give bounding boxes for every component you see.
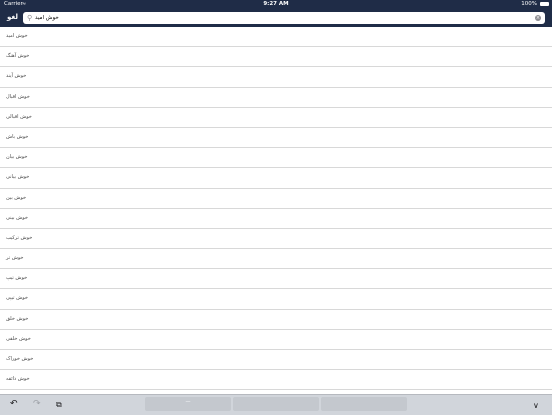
list-item-label: خوش تیپی <box>6 295 28 302</box>
clear-icon[interactable]: × <box>535 15 541 21</box>
battery-icon <box>540 2 549 6</box>
list-item-label: خوش آهنگ <box>6 53 30 60</box>
keyboard-toolbar: ↶ ↷ ⧉ — ∨ <box>0 394 552 415</box>
list-item-label: خوش خلقی <box>6 335 31 342</box>
list-item[interactable]: خوش خوراک <box>0 350 552 371</box>
list-item[interactable]: خوش خلق <box>0 310 552 330</box>
list-item[interactable]: خوش تیپ <box>0 269 552 290</box>
list-item[interactable]: خوش بیانی <box>0 168 552 189</box>
list-item-label: خوش ترکیب <box>6 234 33 241</box>
redo-icon[interactable]: ↷ <box>33 399 41 410</box>
suggestion-placeholder: — <box>185 399 191 405</box>
list-item[interactable]: خوش بین <box>0 189 552 209</box>
list-item[interactable]: خوش تر <box>0 249 552 270</box>
battery-percentage: 100% <box>521 1 537 7</box>
cancel-button[interactable]: لغو <box>7 13 18 21</box>
undo-icon[interactable]: ↶ <box>10 399 18 410</box>
list-item[interactable]: خوش اقبالی <box>0 108 552 128</box>
list-item-label: خوش بیانی <box>6 174 30 181</box>
list-item[interactable]: خوش خلقی <box>0 330 552 350</box>
list-item[interactable]: خوش بینی <box>0 209 552 229</box>
list-item-label: خوش خوراک <box>6 356 34 362</box>
suggestion-button[interactable] <box>233 397 319 411</box>
list-item[interactable]: خوش بیان <box>0 148 552 169</box>
list-item-label: خوش خلق <box>6 315 29 322</box>
suggestion-button[interactable] <box>321 397 407 411</box>
list-item-label: خوش تیپ <box>6 275 28 282</box>
dismiss-keyboard-icon[interactable]: ∨ <box>533 400 539 411</box>
list-item[interactable]: خوش آیند <box>0 67 552 88</box>
list-item[interactable]: خوش باش <box>0 128 552 149</box>
list-item[interactable]: خوش ترکیب <box>0 229 552 250</box>
list-item-label: خوش اقبالی <box>6 113 32 120</box>
status-bar: Carrier ≈ 9:27 AM 100% <box>0 0 552 9</box>
list-item[interactable]: خوش ذائقه <box>0 370 552 391</box>
list-item-label: خوش بینی <box>6 214 28 221</box>
list-item[interactable]: خوش امید <box>0 27 552 48</box>
search-input[interactable] <box>35 13 515 23</box>
paste-icon[interactable]: ⧉ <box>56 399 62 410</box>
search-icon: ⚲ <box>27 14 33 22</box>
navigation-bar: لغو ⚲ × <box>0 9 552 27</box>
list-item-label: خوش آیند <box>6 73 27 80</box>
list-item[interactable]: خوش تیپی <box>0 289 552 310</box>
list-item-label: خوش تر <box>6 255 24 262</box>
list-item-label: خوش بین <box>6 194 27 201</box>
list-item[interactable]: خوش اقبال <box>0 88 552 108</box>
results-list[interactable]: خوش امید خوش آهنگ خوش آیند خوش اقبال خوش اقب… <box>0 27 552 394</box>
suggestion-button[interactable]: — <box>145 397 231 411</box>
list-item-label: خوش بیان <box>6 154 28 161</box>
list-item-label: خوش ذائقه <box>6 376 30 383</box>
status-time: 9:27 AM <box>263 1 289 7</box>
list-item[interactable]: خوش آهنگ <box>0 47 552 68</box>
list-item-label: خوش امید <box>6 33 28 39</box>
search-field[interactable]: ⚲ × <box>23 12 545 24</box>
list-item-label: خوش باش <box>6 133 29 140</box>
list-item-label: خوش اقبال <box>6 93 30 100</box>
